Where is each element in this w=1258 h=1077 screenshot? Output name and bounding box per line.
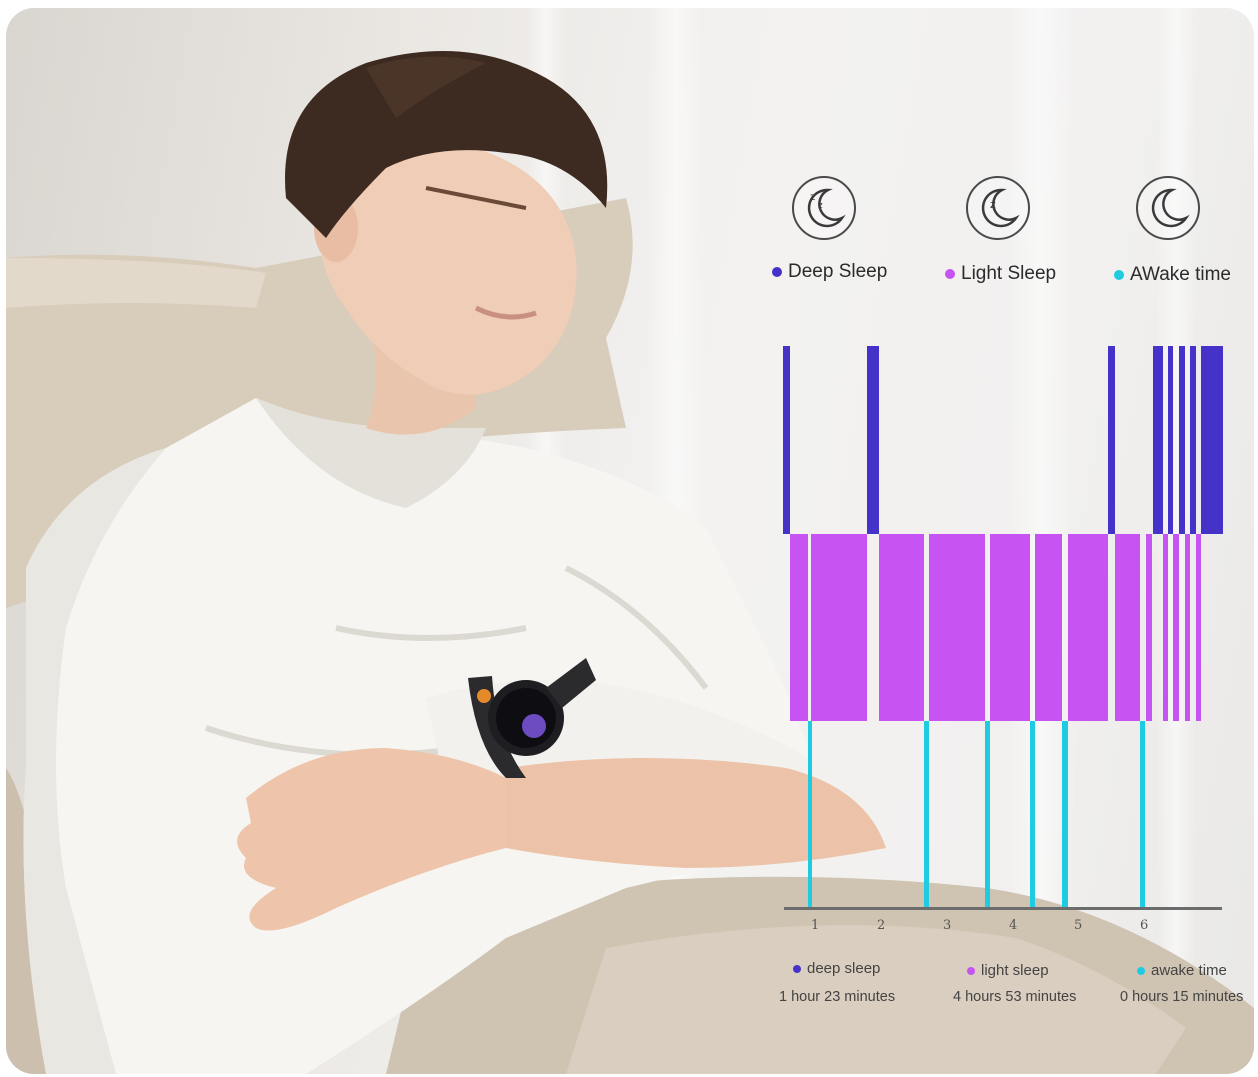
deep-sleep-bar: [867, 346, 879, 534]
legend-deep-sleep: Deep Sleep: [772, 261, 887, 283]
x-tick-label: 2: [877, 918, 886, 933]
legend-awake-label: AWake time: [1130, 264, 1232, 285]
summary-awake-value: 0 hours 15 minutes: [1120, 989, 1244, 1005]
product-image-frame: [6, 8, 1254, 1074]
deep-dot-icon: [772, 267, 782, 277]
light-sleep-bar: [1068, 534, 1108, 721]
legend-light-label: Light Sleep: [961, 263, 1057, 284]
sleeping-man-photo: [6, 51, 1254, 1074]
summary-light-label: light sleep: [981, 962, 1049, 979]
light-dot-icon: [945, 269, 955, 279]
light-dot-icon: [967, 966, 975, 975]
summary-awake-time: awake time: [1137, 962, 1227, 979]
summary-light-sleep: light sleep: [967, 962, 1049, 979]
summary-deep-label: deep sleep: [807, 960, 881, 977]
x-tick-label: 1: [811, 918, 820, 933]
deep-sleep-bar: [1168, 346, 1173, 534]
awake-bar: [1062, 721, 1068, 907]
light-sleep-bar: [929, 534, 985, 721]
summary-awake-label: awake time: [1151, 962, 1227, 979]
deep-sleep-bar: [1108, 346, 1115, 534]
x-tick-label: 3: [943, 918, 952, 933]
svg-text:z: z: [990, 198, 996, 211]
deep-sleep-bar: [783, 346, 790, 534]
awake-dot-icon: [1114, 270, 1124, 280]
light-sleep-bar: [1185, 534, 1190, 721]
light-sleep-bar: [1035, 534, 1062, 721]
light-sleep-bar: [1196, 534, 1201, 721]
deep-sleep-bar: [1153, 346, 1163, 534]
x-tick-label: 4: [1009, 918, 1018, 933]
x-tick-label: 5: [1074, 918, 1083, 933]
light-sleep-bar: [790, 534, 808, 721]
awake-icon: [1136, 176, 1200, 240]
deep-dot-icon: [793, 964, 801, 973]
deep-sleep-bar: [1179, 346, 1185, 534]
awake-bar: [1140, 721, 1145, 907]
light-sleep-bar: [1146, 534, 1152, 721]
light-sleep-bar: [811, 534, 867, 721]
summary-deep-value: 1 hour 23 minutes: [779, 989, 896, 1005]
awake-bar: [808, 721, 812, 907]
light-sleep-bar: [990, 534, 1030, 721]
light-sleep-bar: [1115, 534, 1140, 721]
legend-light-sleep: Light Sleep: [945, 263, 1056, 285]
svg-text:z: z: [810, 192, 815, 203]
light-sleep-bar: [1173, 534, 1179, 721]
deep-sleep-icon: z z: [792, 176, 856, 240]
legend-awake-time: AWake time: [1114, 264, 1231, 286]
summary-light-value: 4 hours 53 minutes: [953, 989, 1077, 1005]
awake-bar: [924, 721, 929, 907]
x-tick-label: 6: [1140, 918, 1149, 933]
awake-bar: [985, 721, 990, 907]
awake-bar: [1030, 721, 1035, 907]
light-sleep-icon: z: [966, 176, 1030, 240]
svg-text:z: z: [818, 201, 823, 211]
deep-sleep-bar: [1201, 346, 1223, 534]
legend-deep-label: Deep Sleep: [788, 261, 888, 282]
light-sleep-bar: [879, 534, 924, 721]
light-sleep-bar: [1163, 534, 1168, 721]
deep-sleep-bar: [1190, 346, 1196, 534]
summary-deep-sleep: deep sleep: [793, 960, 880, 977]
awake-dot-icon: [1137, 966, 1145, 975]
x-axis-line: [784, 907, 1222, 910]
